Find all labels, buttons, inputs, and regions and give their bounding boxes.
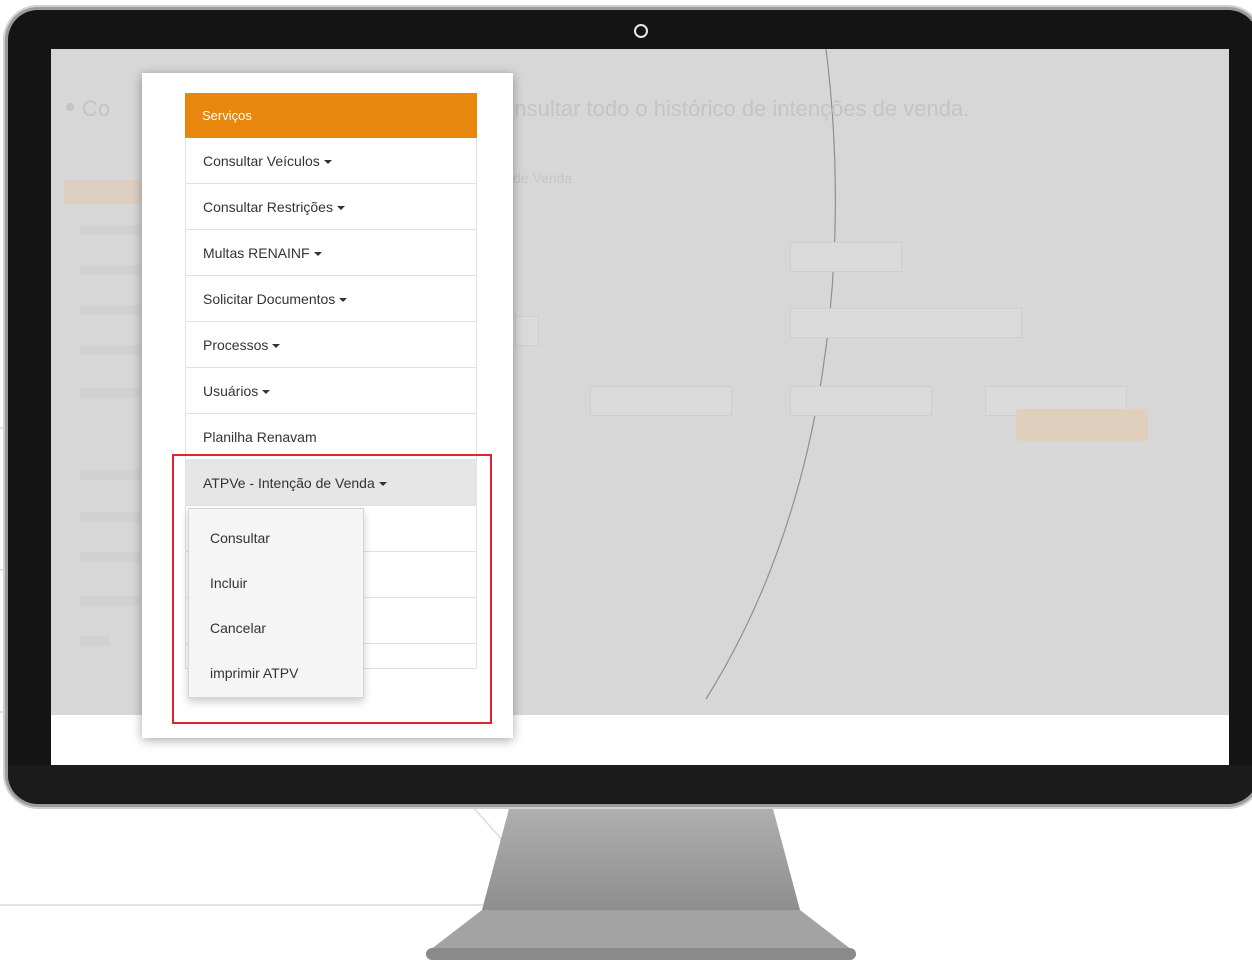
faded-row	[80, 636, 110, 646]
faded-row	[80, 265, 140, 275]
menu-header-servicos: Serviços	[185, 93, 477, 138]
faded-row	[80, 470, 140, 480]
menu-item-processos[interactable]: Processos	[185, 322, 477, 368]
faded-field	[515, 316, 539, 346]
menu-item-consultar-veiculos[interactable]: Consultar Veículos	[185, 138, 477, 184]
faded-field	[590, 386, 732, 416]
faded-row	[80, 552, 140, 562]
menu-item-solicitar-documentos[interactable]: Solicitar Documentos	[185, 276, 477, 322]
camera-dot	[634, 24, 648, 38]
faded-tab	[64, 180, 144, 204]
caret-down-icon	[262, 389, 271, 394]
caret-down-icon	[336, 205, 345, 210]
menu-item-label: Consultar Restrições	[203, 198, 333, 215]
page-heading-end: onsultar todo o histórico de intenções d…	[502, 96, 970, 121]
menu-item-label: Processos	[203, 336, 269, 353]
menu-item-label: Consultar Veículos	[203, 152, 320, 169]
menu-item-consultar-restricoes[interactable]: Consultar Restrições	[185, 184, 477, 230]
menu-item-label: Usuários	[203, 382, 259, 399]
faded-field	[790, 386, 932, 416]
faded-row	[80, 305, 140, 315]
menu-item-usuarios[interactable]: Usuários	[185, 368, 477, 414]
faded-search-button	[1016, 409, 1148, 441]
faded-row	[80, 596, 140, 606]
caret-down-icon	[272, 343, 281, 348]
faded-field	[790, 242, 902, 272]
faded-row	[80, 388, 140, 398]
page-subheading: de Venda	[513, 170, 573, 186]
faded-row	[80, 225, 140, 235]
highlight-box	[172, 454, 492, 724]
page-heading-start: Co	[82, 96, 111, 121]
faded-row	[80, 345, 140, 355]
menu-item-multas-renainf[interactable]: Multas RENAINF	[185, 230, 477, 276]
caret-down-icon	[323, 159, 332, 164]
menu-item-label: Planilha Renavam	[203, 428, 317, 445]
bullet	[66, 103, 74, 111]
faded-field	[790, 308, 1022, 338]
faded-row	[80, 512, 140, 522]
monitor-chin	[8, 765, 1252, 803]
menu-item-label: Solicitar Documentos	[203, 290, 336, 307]
menu-item-label: Multas RENAINF	[203, 244, 310, 261]
caret-down-icon	[339, 297, 348, 302]
caret-down-icon	[313, 251, 322, 256]
